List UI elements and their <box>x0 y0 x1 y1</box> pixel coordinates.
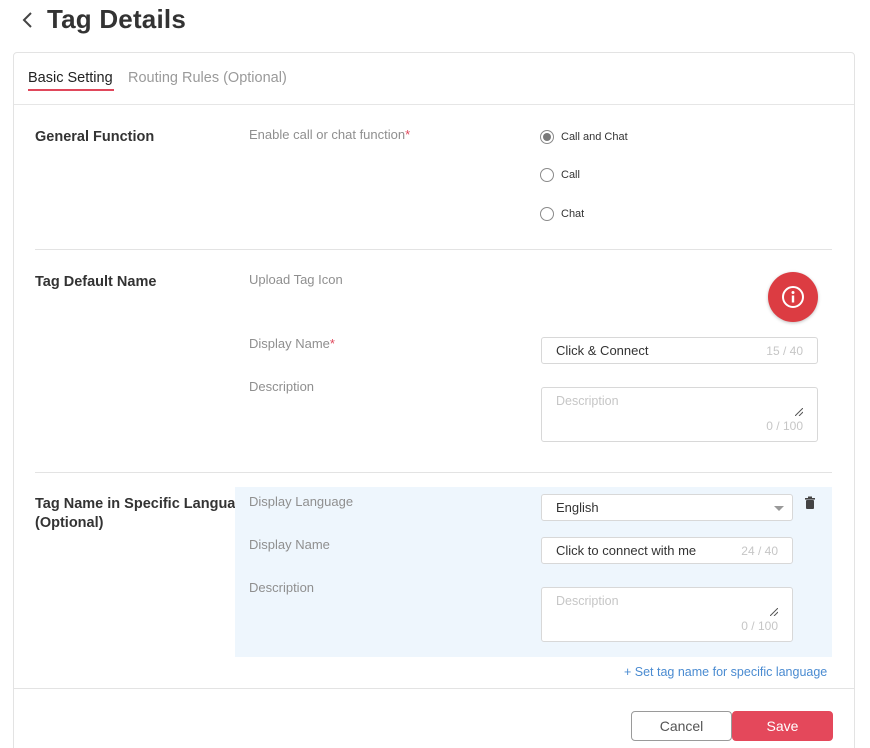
character-count: 0 / 100 <box>766 419 803 433</box>
display-name-input[interactable]: Click & Connect 15 / 40 <box>541 337 818 364</box>
enable-function-label: Enable call or chat function* <box>249 127 411 142</box>
footer-divider <box>14 688 854 689</box>
add-language-link[interactable]: + Set tag name for specific language <box>624 665 827 679</box>
radio-button[interactable] <box>540 207 554 221</box>
display-language-select[interactable]: English <box>541 494 793 521</box>
lang-display-name-input[interactable]: Click to connect with me 24 / 40 <box>541 537 793 564</box>
lang-display-name-label: Display Name <box>249 537 330 552</box>
save-button[interactable]: Save <box>732 711 833 741</box>
radio-button-checked[interactable] <box>540 130 554 144</box>
section-divider <box>35 472 832 473</box>
page-title: Tag Details <box>47 4 186 34</box>
tag-default-name-title: Tag Default Name <box>35 274 157 290</box>
display-language-label: Display Language <box>249 494 354 509</box>
tabs-divider <box>14 104 854 105</box>
description-label: Description <box>249 379 315 394</box>
radio-chat[interactable]: Chat <box>540 205 584 223</box>
trash-icon[interactable] <box>804 496 816 510</box>
section-divider <box>35 249 832 250</box>
character-count: 15 / 40 <box>766 344 803 358</box>
cancel-button[interactable]: Cancel <box>631 711 732 741</box>
general-function-title: General Function <box>35 129 155 145</box>
resize-handle-icon[interactable] <box>770 608 778 616</box>
description-textarea[interactable]: Description 0 / 100 <box>541 387 818 442</box>
chevron-down-icon <box>774 506 784 511</box>
active-tab-indicator <box>28 89 114 91</box>
tab-routing-rules[interactable]: Routing Rules (Optional) <box>128 70 287 86</box>
character-count: 24 / 40 <box>741 544 778 558</box>
character-count: 0 / 100 <box>741 619 778 633</box>
radio-call-and-chat[interactable]: Call and Chat <box>540 128 628 146</box>
resize-handle-icon[interactable] <box>795 408 803 416</box>
tab-basic-setting[interactable]: Basic Setting <box>28 70 113 86</box>
display-name-label: Display Name* <box>249 336 335 351</box>
tag-icon-upload[interactable] <box>768 272 818 322</box>
upload-tag-icon-label: Upload Tag Icon <box>249 272 343 287</box>
lang-description-textarea[interactable]: Description 0 / 100 <box>541 587 793 642</box>
radio-call[interactable]: Call <box>540 166 580 184</box>
specific-language-title: Tag Name in Specific Language (Optional) <box>35 496 253 531</box>
lang-description-label: Description <box>249 580 315 595</box>
back-arrow-icon[interactable] <box>18 8 38 32</box>
radio-button[interactable] <box>540 168 554 182</box>
info-icon <box>782 286 804 308</box>
